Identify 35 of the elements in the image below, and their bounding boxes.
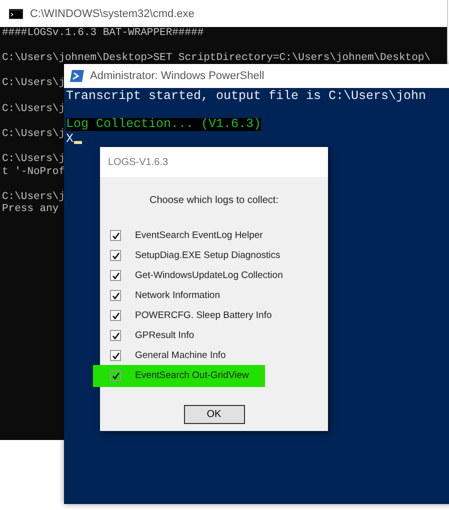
console-line: ####LOGSv.1.6.3 BAT-WRAPPER##### [2,27,204,40]
checkbox[interactable] [110,310,121,321]
checkbox-label[interactable]: EventSearch EventLog Helper [135,230,263,241]
checkbox[interactable] [110,330,121,341]
checkbox-label[interactable]: EventSearch Out-GridView [135,370,249,381]
console-line: C:\Users\j [2,128,66,140]
checkbox[interactable] [110,270,121,281]
checkbox-label[interactable]: POWERCFG. Sleep Battery Info [135,310,272,321]
powershell-icon [70,70,84,82]
console-line: Transcript started, output file is C:\Users\john [66,90,426,103]
checkbox[interactable] [110,370,121,381]
window-title: Administrator: Windows PowerShell [90,70,264,82]
checkbox-label[interactable]: Get-WindowsUpdateLog Collection [135,270,283,281]
console-line: t '-NoProf [2,166,66,178]
checkbox[interactable] [110,290,121,301]
checkbox[interactable] [110,350,121,361]
checkbox-label[interactable]: SetupDiag.EXE Setup Diagnostics [135,250,280,261]
checkbox[interactable] [110,230,121,241]
ok-button[interactable]: OK [184,405,244,424]
console-line: C:\Users\j [2,102,66,116]
checkbox-label[interactable]: Network Information [135,290,220,301]
checkbox-label[interactable]: GPResult Info [135,330,194,341]
checkbox-label[interactable]: General Machine Info [135,350,226,361]
console-line: C:\Users\j [2,190,66,204]
console-line: Press any [2,203,59,216]
checkbox[interactable] [110,250,121,261]
dialog-prompt: Choose which logs to collect: [148,195,280,206]
dialog-title: LOGS-V1.6.3 [108,156,168,168]
text-cursor [74,141,82,144]
console-line: C:\Users\j [2,152,66,166]
console-line: C:\Users\j [2,77,66,90]
typed-text: X [66,133,74,146]
window-title: C:\WINDOWS\system32\cmd.exe [30,8,194,20]
console-icon [9,8,23,18]
console-line: C:\Users\johnem\Desktop>SET ScriptDirectory=C:\Users\johnem\Desktop\ [2,52,430,65]
